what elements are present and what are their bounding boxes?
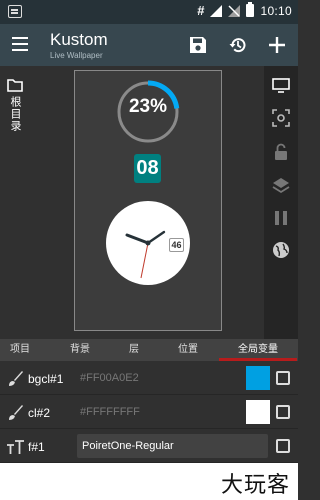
pause-button[interactable] xyxy=(271,208,291,228)
tab-position[interactable]: 位置 xyxy=(168,339,208,361)
save-button[interactable] xyxy=(186,33,210,57)
screen-preview-button[interactable] xyxy=(271,76,291,96)
brush-icon xyxy=(6,369,26,389)
watermark: 大玩客 xyxy=(220,472,290,497)
list-item[interactable]: cl#2 #FFFFFFFF xyxy=(0,395,298,429)
color-swatch[interactable] xyxy=(246,400,270,424)
battery-icon xyxy=(246,2,255,17)
global-name: f#1 xyxy=(28,440,45,454)
globe-icon xyxy=(273,242,289,258)
notification-icon xyxy=(8,5,22,18)
layers-button[interactable] xyxy=(271,176,291,196)
clock-date-window: 46 xyxy=(169,238,184,252)
status-icons: # 10:10 xyxy=(197,2,292,18)
globe-button[interactable] xyxy=(271,240,291,260)
monitor-icon xyxy=(272,78,290,93)
root-folder-tab[interactable]: 根目录 xyxy=(6,78,24,132)
list-item[interactable]: bgcl#1 #FF00A0E2 xyxy=(0,361,298,395)
lock-button[interactable] xyxy=(271,142,291,162)
brush-icon xyxy=(6,403,26,423)
globals-list: bgcl#1 #FF00A0E2 cl#2 #FFFFFFFF f#1 Poir… xyxy=(0,361,298,463)
global-checkbox[interactable] xyxy=(276,371,290,385)
no-sim-icon xyxy=(228,4,241,17)
app-bar: Kustom Live Wallpaper xyxy=(0,24,298,66)
clock-time: 10:10 xyxy=(260,3,292,18)
color-swatch[interactable] xyxy=(246,366,270,390)
global-value: #FF00A0E2 xyxy=(80,372,139,384)
app-title: Kustom xyxy=(50,30,108,49)
font-field[interactable]: PoiretOne-Regular xyxy=(77,434,268,458)
tab-layers[interactable]: 层 xyxy=(114,339,154,361)
list-item[interactable]: f#1 PoiretOne-Regular xyxy=(0,429,298,463)
folder-label: 根目录 xyxy=(9,96,21,132)
focus-icon xyxy=(272,109,290,127)
status-bar: # 10:10 xyxy=(0,0,298,24)
add-icon xyxy=(269,37,285,53)
history-icon xyxy=(229,38,246,53)
tab-background[interactable]: 背景 xyxy=(60,339,100,361)
tab-items[interactable]: 项目 xyxy=(0,339,40,361)
screen: # 10:10 Kustom Live Wallpaper 根目录 23% 08… xyxy=(0,0,298,500)
focus-button[interactable] xyxy=(271,108,291,128)
menu-icon[interactable] xyxy=(10,36,30,52)
folder-icon xyxy=(7,79,23,92)
lock-icon xyxy=(275,143,287,160)
global-name: cl#2 xyxy=(28,406,51,420)
global-value: #FFFFFFFF xyxy=(80,406,140,418)
folder-bar: 根目录 xyxy=(0,66,30,339)
app-subtitle: Live Wallpaper xyxy=(50,51,103,60)
add-button[interactable] xyxy=(265,33,289,57)
save-icon xyxy=(190,37,206,53)
signal-icon xyxy=(210,4,223,17)
global-checkbox[interactable] xyxy=(276,405,290,419)
global-checkbox[interactable] xyxy=(276,439,290,453)
layers-icon xyxy=(272,178,290,194)
number-badge: 08 xyxy=(134,154,161,183)
hash-icon: # xyxy=(197,3,205,18)
font-icon xyxy=(6,437,26,457)
tool-bar xyxy=(264,66,298,339)
pause-icon xyxy=(275,211,287,225)
global-name: bgcl#1 xyxy=(28,372,64,386)
editor-tabs: 项目 背景 层 位置 全局变量 xyxy=(0,339,298,361)
bottom-area: 大玩客 xyxy=(0,463,298,500)
history-button[interactable] xyxy=(226,33,250,57)
progress-value: 23% xyxy=(128,96,168,117)
